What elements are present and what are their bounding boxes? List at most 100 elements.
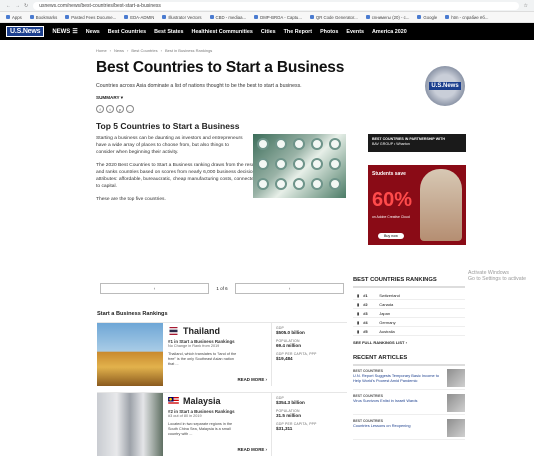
recent-article[interactable]: BEST COUNTRIES Countries Lessons on Reope… [353, 419, 465, 440]
article-headline[interactable]: U.N. Report Suggests Temporary Basic Inc… [353, 373, 444, 384]
bookmark-label: QR Code Generator... [315, 14, 358, 20]
bookmark-item[interactable]: htm - cnpабие ёб... [445, 15, 488, 20]
back-icon[interactable]: ← [6, 3, 11, 9]
rank-number: #1 [363, 292, 368, 298]
nav-item-best-states[interactable]: Best States [154, 29, 183, 35]
summary-toggle[interactable]: SUMMARY ▾ [96, 95, 466, 101]
factory-spool-shape [329, 138, 341, 150]
share-buttons: f t p... [96, 105, 466, 113]
sidebar-rank-row[interactable]: ▮ #2 Canada [353, 300, 465, 309]
more-icon[interactable]: ... [126, 105, 134, 113]
recent-articles-title: RECENT ARTICLES [353, 355, 465, 366]
rank-change: #3 out of 80 in 2019 [168, 414, 202, 418]
hamburger-icon: ☰ [72, 29, 78, 35]
news-menu[interactable]: NEWS ☰ [52, 28, 78, 36]
rank-country: Germany [379, 319, 396, 325]
nav-item-america-2020[interactable]: America 2020 [372, 29, 407, 35]
rank-country: Canada [379, 301, 394, 307]
breadcrumb-item[interactable]: News [114, 48, 124, 53]
bookmark-item[interactable]: EDA-ADMIN [124, 15, 154, 20]
bookmark-item[interactable]: DMP-BROA - Captu... [254, 15, 302, 20]
breadcrumb-item[interactable]: Home [96, 48, 107, 53]
bookmark-icon [6, 15, 10, 19]
country-name[interactable]: Thailand [168, 326, 266, 336]
malaysia-flag-icon [168, 397, 179, 405]
country-name-label: Thailand [183, 326, 221, 336]
nav-item-best-countries[interactable]: Best Countries [108, 29, 146, 35]
bookmark-label: Apps [12, 14, 22, 20]
nav-item-healthiest-communities[interactable]: Healthiest Communities [192, 29, 253, 35]
bookmark-icon [309, 15, 314, 19]
usnews-logo[interactable]: U.S.News [6, 26, 45, 37]
sidebar: BEST COUNTRIES RANKINGS ▮ #1 Switzerland ▮ #… [353, 277, 465, 444]
recent-article[interactable]: BEST COUNTRIES Virus Survivors Enlist in … [353, 394, 465, 415]
sidebar-rank-row[interactable]: ▮ #1 Switzerland [353, 291, 465, 300]
read-more-link[interactable]: READ MORE › [237, 447, 267, 452]
article-body: Starting a business can be daunting as i… [96, 135, 345, 203]
sidebar-rank-row[interactable]: ▮ #3 Japan [353, 309, 465, 318]
bookmark-icon [254, 15, 259, 19]
sidebar-rank-row[interactable]: ▮ #4 Germany [353, 318, 465, 327]
recent-article[interactable]: BEST COUNTRIES U.N. Report Suggests Tempo… [353, 369, 465, 390]
sidebar-rankings-title: BEST COUNTRIES RANKINGS [353, 277, 465, 288]
breadcrumb-separator: › [109, 48, 112, 53]
full-rankings-link[interactable]: SEE FULL RANKINGS LIST › [353, 340, 465, 345]
nav-item-cities[interactable]: Cities [261, 29, 276, 35]
facebook-icon[interactable]: f [96, 105, 104, 113]
bookmark-item[interactable]: Illustrator Vectors [162, 15, 202, 20]
nav-item-events[interactable]: Events [346, 29, 364, 35]
bookmark-icon [124, 15, 129, 19]
nav-item-news[interactable]: News [86, 29, 100, 35]
article-headline[interactable]: Virus Survivors Enlist in Israeli Wards [353, 398, 444, 404]
article-headline[interactable]: Countries Lessons on Reopening [353, 423, 444, 429]
country-description: Thailand, which translates to "land of t… [168, 352, 237, 366]
bookmark-item[interactable]: Pasted Fees Docume... [65, 15, 116, 20]
badge-label: U.S.News [429, 82, 461, 90]
adobe-ad[interactable]: Students save 60% on Adobe Creative Clou… [368, 165, 466, 245]
forward-icon[interactable]: → [15, 3, 20, 9]
bookmark-item[interactable]: Google [417, 15, 437, 20]
bookmark-icon [417, 15, 422, 19]
bookmark-item[interactable]: Bookmarks [29, 15, 57, 20]
bookmark-item[interactable]: CBD - mediaa... [209, 14, 247, 20]
sidebar-rank-row[interactable]: ▮ #5 Australia [353, 327, 465, 336]
breadcrumb-item[interactable]: Best Countries [131, 48, 157, 53]
factory-spool-shape [275, 158, 287, 170]
country-name[interactable]: Malaysia [168, 396, 266, 406]
twitter-icon[interactable]: t [106, 105, 114, 113]
bookmark-item[interactable]: Apps [6, 15, 22, 20]
gdp-per-capita-value: $31,311 [276, 426, 293, 431]
pinterest-icon[interactable]: p [116, 105, 124, 113]
population-value: 69.4 million [276, 343, 302, 348]
bookmark-icon [365, 15, 370, 19]
nav-item-photos[interactable]: Photos [320, 29, 338, 35]
browser-chrome: ← → ↻ usnews.com/news/best-countries/bes… [0, 0, 534, 12]
breadcrumb-item[interactable]: Best in Business Rankings [165, 48, 212, 53]
partner-banner[interactable]: BEST COUNTRIES IN PARTNERSHIP WITH BAV G… [368, 134, 466, 152]
browser-nav-buttons[interactable]: ← → ↻ [6, 3, 28, 9]
top-nav: U.S.News NEWS ☰ News Best Countries Best St… [0, 23, 534, 40]
ad-subtext: on Adobe Creative Cloud [372, 215, 410, 219]
read-more-link[interactable]: READ MORE › [237, 377, 267, 382]
factory-spool-shape [329, 178, 341, 190]
nav-item-the-report[interactable]: The Report [284, 29, 312, 35]
star-icon[interactable]: ☆ [524, 3, 528, 9]
url-bar[interactable]: usnews.com/news/best-countries/best-star… [33, 1, 519, 10]
bookmark-label: CBD - mediaa... [215, 14, 247, 20]
bookmark-item[interactable]: QR Code Generator... [309, 14, 358, 20]
bookmark-label: cnнимегы (20) - c... [371, 14, 410, 20]
bookmark-icon [29, 15, 34, 19]
country-card[interactable]: Malaysia #2 in Start a Business Rankings… [97, 392, 347, 456]
bookmark-item[interactable]: cnнимегы (20) - c... [365, 14, 410, 20]
rank-number: #2 [363, 301, 368, 307]
factory-spool-shape [311, 138, 323, 150]
flag-icon: ▮ [357, 328, 360, 334]
country-card[interactable]: Thailand #1 in Start a Business Rankings… [97, 322, 347, 386]
prev-page-button[interactable]: ‹ [100, 283, 209, 294]
next-page-button[interactable]: › [235, 283, 344, 294]
bookmark-label: Pasted Fees Docume... [71, 14, 117, 20]
bookmark-icon [65, 15, 70, 19]
pager: ‹ 1 of 6 › [100, 283, 344, 294]
reload-icon[interactable]: ↻ [24, 3, 28, 9]
ad-buy-button[interactable]: Buy now [378, 233, 404, 239]
